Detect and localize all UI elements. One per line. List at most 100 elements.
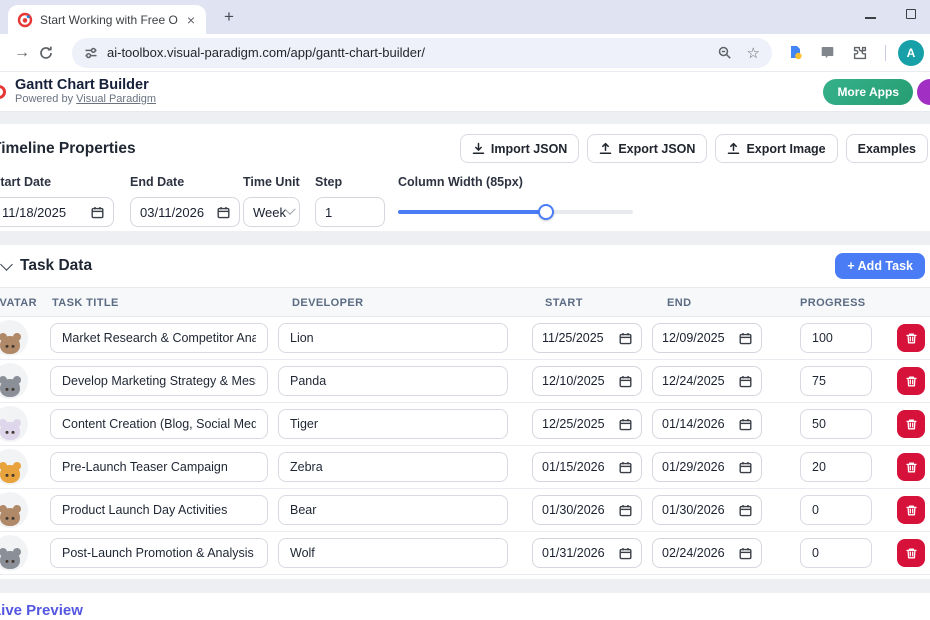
window-maximize-button[interactable] xyxy=(906,9,916,19)
calendar-icon[interactable] xyxy=(91,206,104,219)
zoom-out-icon[interactable] xyxy=(717,45,733,61)
task-data-collapse-toggle[interactable]: Task Data xyxy=(2,257,92,275)
end-date-input[interactable] xyxy=(652,495,762,525)
end-date-input[interactable] xyxy=(652,538,762,568)
calendar-icon[interactable] xyxy=(739,375,752,388)
delete-task-button[interactable] xyxy=(897,324,925,352)
export-image-button[interactable]: Export Image xyxy=(715,134,837,163)
table-row xyxy=(0,403,930,446)
rabbit-avatar xyxy=(0,406,28,442)
start-date-input[interactable] xyxy=(0,197,114,227)
progress-input[interactable] xyxy=(800,538,872,568)
bookmark-star-icon[interactable]: ☆ xyxy=(747,44,760,62)
calendar-icon[interactable] xyxy=(739,504,752,517)
progress-input[interactable] xyxy=(800,323,872,353)
task-title-input[interactable] xyxy=(50,538,268,568)
toolbar-divider xyxy=(885,45,886,61)
calendar-icon[interactable] xyxy=(739,547,752,560)
calendar-icon[interactable] xyxy=(739,461,752,474)
examples-button[interactable]: Examples xyxy=(846,134,928,163)
slider-thumb[interactable] xyxy=(538,204,554,220)
import-json-button[interactable]: Import JSON xyxy=(460,134,579,163)
task-title-input[interactable] xyxy=(50,495,268,525)
add-task-button[interactable]: + Add Task xyxy=(835,253,925,279)
calendar-icon[interactable] xyxy=(619,375,632,388)
section-divider xyxy=(0,579,930,593)
calendar-icon[interactable] xyxy=(619,547,632,560)
trash-icon xyxy=(905,547,918,560)
trash-icon xyxy=(905,461,918,474)
calendar-icon[interactable] xyxy=(739,418,752,431)
upload-icon xyxy=(599,142,612,155)
column-width-label: Column Width (85px) xyxy=(398,175,633,189)
progress-input[interactable] xyxy=(800,409,872,439)
task-title-input[interactable] xyxy=(50,323,268,353)
start-date-input[interactable] xyxy=(532,366,642,396)
tab-close-icon[interactable]: × xyxy=(185,12,197,28)
extensions-puzzle-icon[interactable] xyxy=(852,45,868,61)
delete-task-button[interactable] xyxy=(897,496,925,524)
site-settings-icon[interactable] xyxy=(84,46,98,60)
developer-input[interactable] xyxy=(278,323,508,353)
step-label: Step xyxy=(315,175,385,189)
column-width-slider[interactable] xyxy=(398,197,633,227)
more-apps-button[interactable]: More Apps xyxy=(823,79,913,105)
start-date-input[interactable] xyxy=(532,452,642,482)
calendar-icon[interactable] xyxy=(739,332,752,345)
time-unit-label: Time Unit xyxy=(243,175,300,189)
tiger-avatar xyxy=(0,449,28,485)
task-title-input[interactable] xyxy=(50,366,268,396)
end-date-input[interactable] xyxy=(652,452,762,482)
visual-paradigm-link[interactable]: Visual Paradigm xyxy=(76,93,156,105)
forward-icon[interactable]: → xyxy=(10,44,34,62)
developer-input[interactable] xyxy=(278,495,508,525)
docs-extension-icon[interactable] xyxy=(788,45,803,60)
start-date-input[interactable] xyxy=(532,538,642,568)
developer-input[interactable] xyxy=(278,452,508,482)
address-bar[interactable]: ai-toolbox.visual-paradigm.com/app/gantt… xyxy=(72,38,772,68)
raccoon-avatar xyxy=(0,535,28,571)
time-unit-select[interactable]: Week xyxy=(243,197,300,227)
task-data-section: Task Data + Add Task AVATAR TASK TITLE D… xyxy=(0,245,930,579)
profile-avatar[interactable]: A xyxy=(898,40,924,66)
developer-input[interactable] xyxy=(278,366,508,396)
download-icon xyxy=(472,142,485,155)
end-date-input[interactable] xyxy=(652,366,762,396)
progress-input[interactable] xyxy=(800,452,872,482)
calendar-icon[interactable] xyxy=(619,504,632,517)
new-tab-button[interactable]: + xyxy=(218,7,240,29)
window-minimize-button[interactable] xyxy=(865,17,876,19)
end-date-input[interactable] xyxy=(652,323,762,353)
table-row xyxy=(0,446,930,489)
reload-icon[interactable] xyxy=(34,45,58,61)
delete-task-button[interactable] xyxy=(897,539,925,567)
step-input[interactable] xyxy=(315,197,385,227)
calendar-icon[interactable] xyxy=(619,332,632,345)
chevron-down-icon xyxy=(284,204,295,215)
progress-input[interactable] xyxy=(800,366,872,396)
developer-input[interactable] xyxy=(278,409,508,439)
calendar-icon[interactable] xyxy=(619,461,632,474)
delete-task-button[interactable] xyxy=(897,453,925,481)
delete-task-button[interactable] xyxy=(897,367,925,395)
flag-extension-icon[interactable] xyxy=(820,45,835,60)
url-text[interactable]: ai-toolbox.visual-paradigm.com/app/gantt… xyxy=(107,45,703,60)
delete-task-button[interactable] xyxy=(897,410,925,438)
end-date-input[interactable] xyxy=(130,197,240,227)
upload-icon xyxy=(727,142,740,155)
start-date-input[interactable] xyxy=(532,409,642,439)
task-title-input[interactable] xyxy=(50,409,268,439)
browser-tab[interactable]: Start Working with Free Online × xyxy=(8,5,206,34)
user-avatar[interactable] xyxy=(917,79,930,105)
calendar-icon[interactable] xyxy=(619,418,632,431)
task-title-input[interactable] xyxy=(50,452,268,482)
developer-input[interactable] xyxy=(278,538,508,568)
start-date-input[interactable] xyxy=(532,323,642,353)
export-json-button[interactable]: Export JSON xyxy=(587,134,707,163)
progress-input[interactable] xyxy=(800,495,872,525)
live-preview-title: Live Preview xyxy=(0,602,83,619)
section-divider xyxy=(0,231,930,245)
end-date-input[interactable] xyxy=(652,409,762,439)
calendar-icon[interactable] xyxy=(217,206,230,219)
start-date-input[interactable] xyxy=(532,495,642,525)
